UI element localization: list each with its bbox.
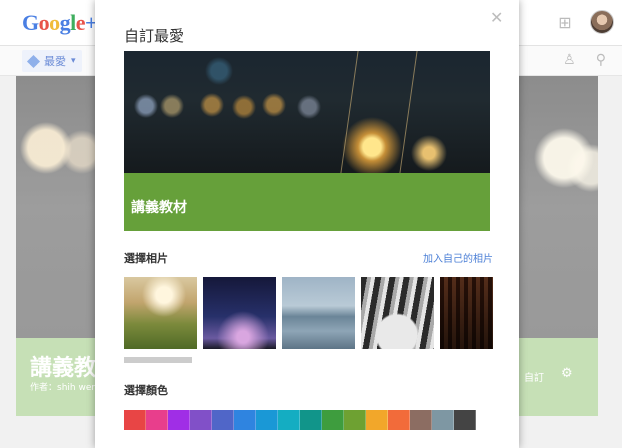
color-swatch[interactable] (410, 410, 432, 430)
color-swatch[interactable] (388, 410, 410, 430)
color-swatch[interactable] (124, 410, 146, 430)
choose-photo-label: 選擇相片 (124, 252, 168, 265)
logo-letter: o (38, 10, 50, 35)
logo-letter: e (75, 10, 86, 35)
color-swatch[interactable] (146, 410, 168, 430)
logo-letter: g (59, 10, 71, 35)
avatar[interactable] (590, 10, 614, 34)
color-swatches (124, 410, 476, 430)
photo-thumbnail-night-sky[interactable] (203, 277, 276, 349)
color-swatch[interactable] (168, 410, 190, 430)
add-box-icon[interactable]: ⊞ (554, 11, 576, 33)
color-swatch[interactable] (300, 410, 322, 430)
color-swatch[interactable] (322, 410, 344, 430)
photo-thumbnail-dome-architecture[interactable] (361, 277, 434, 349)
share-icon[interactable]: ⚲ (596, 52, 606, 68)
chevron-down-icon: ▾ (71, 56, 76, 66)
menu-label: 最愛 (44, 55, 66, 68)
photo-thumbnail-pier-water[interactable] (282, 277, 355, 349)
dialog-title: 自訂最愛 (124, 27, 185, 45)
color-swatch[interactable] (454, 410, 476, 430)
photo-thumbnails (124, 277, 493, 349)
thumbnail-scrollbar[interactable] (124, 357, 192, 363)
google-plus-logo[interactable]: Google+ (22, 10, 98, 36)
color-swatch[interactable] (278, 410, 300, 430)
color-swatch[interactable] (432, 410, 454, 430)
diamond-icon (26, 54, 41, 68)
cover-preview: 講義教材 (124, 51, 490, 231)
gear-icon[interactable]: ⚙ (561, 366, 573, 381)
customize-collection-dialog: 自訂最愛 ✕ 講義教材 選擇相片 加入自己的相片 選擇顏色 (95, 0, 519, 448)
logo-letter: o (49, 10, 60, 35)
collection-cover-title: 講義教 (30, 356, 97, 381)
photo-thumbnail-field-sunrise[interactable] (124, 277, 197, 349)
color-swatch[interactable] (344, 410, 366, 430)
logo-letter: G (22, 10, 39, 35)
choose-color-label: 選擇顏色 (124, 384, 168, 397)
preview-collection-name: 講義教材 (131, 200, 187, 216)
photo-thumbnail-ceiling-structure[interactable] (440, 277, 493, 349)
color-swatch[interactable] (256, 410, 278, 430)
color-swatch[interactable] (190, 410, 212, 430)
collection-cover-author: 作者：shih wen (30, 383, 98, 393)
color-swatch[interactable] (234, 410, 256, 430)
customize-link[interactable]: 自訂 (524, 369, 544, 384)
people-icon[interactable]: ♙ (563, 52, 576, 68)
color-swatch[interactable] (212, 410, 234, 430)
color-swatch[interactable] (366, 410, 388, 430)
preview-image (124, 51, 490, 173)
close-icon[interactable]: ✕ (490, 8, 503, 27)
menu-dropdown-button[interactable]: 最愛 ▾ (22, 50, 82, 72)
add-own-photo-link[interactable]: 加入自己的相片 (423, 250, 493, 265)
